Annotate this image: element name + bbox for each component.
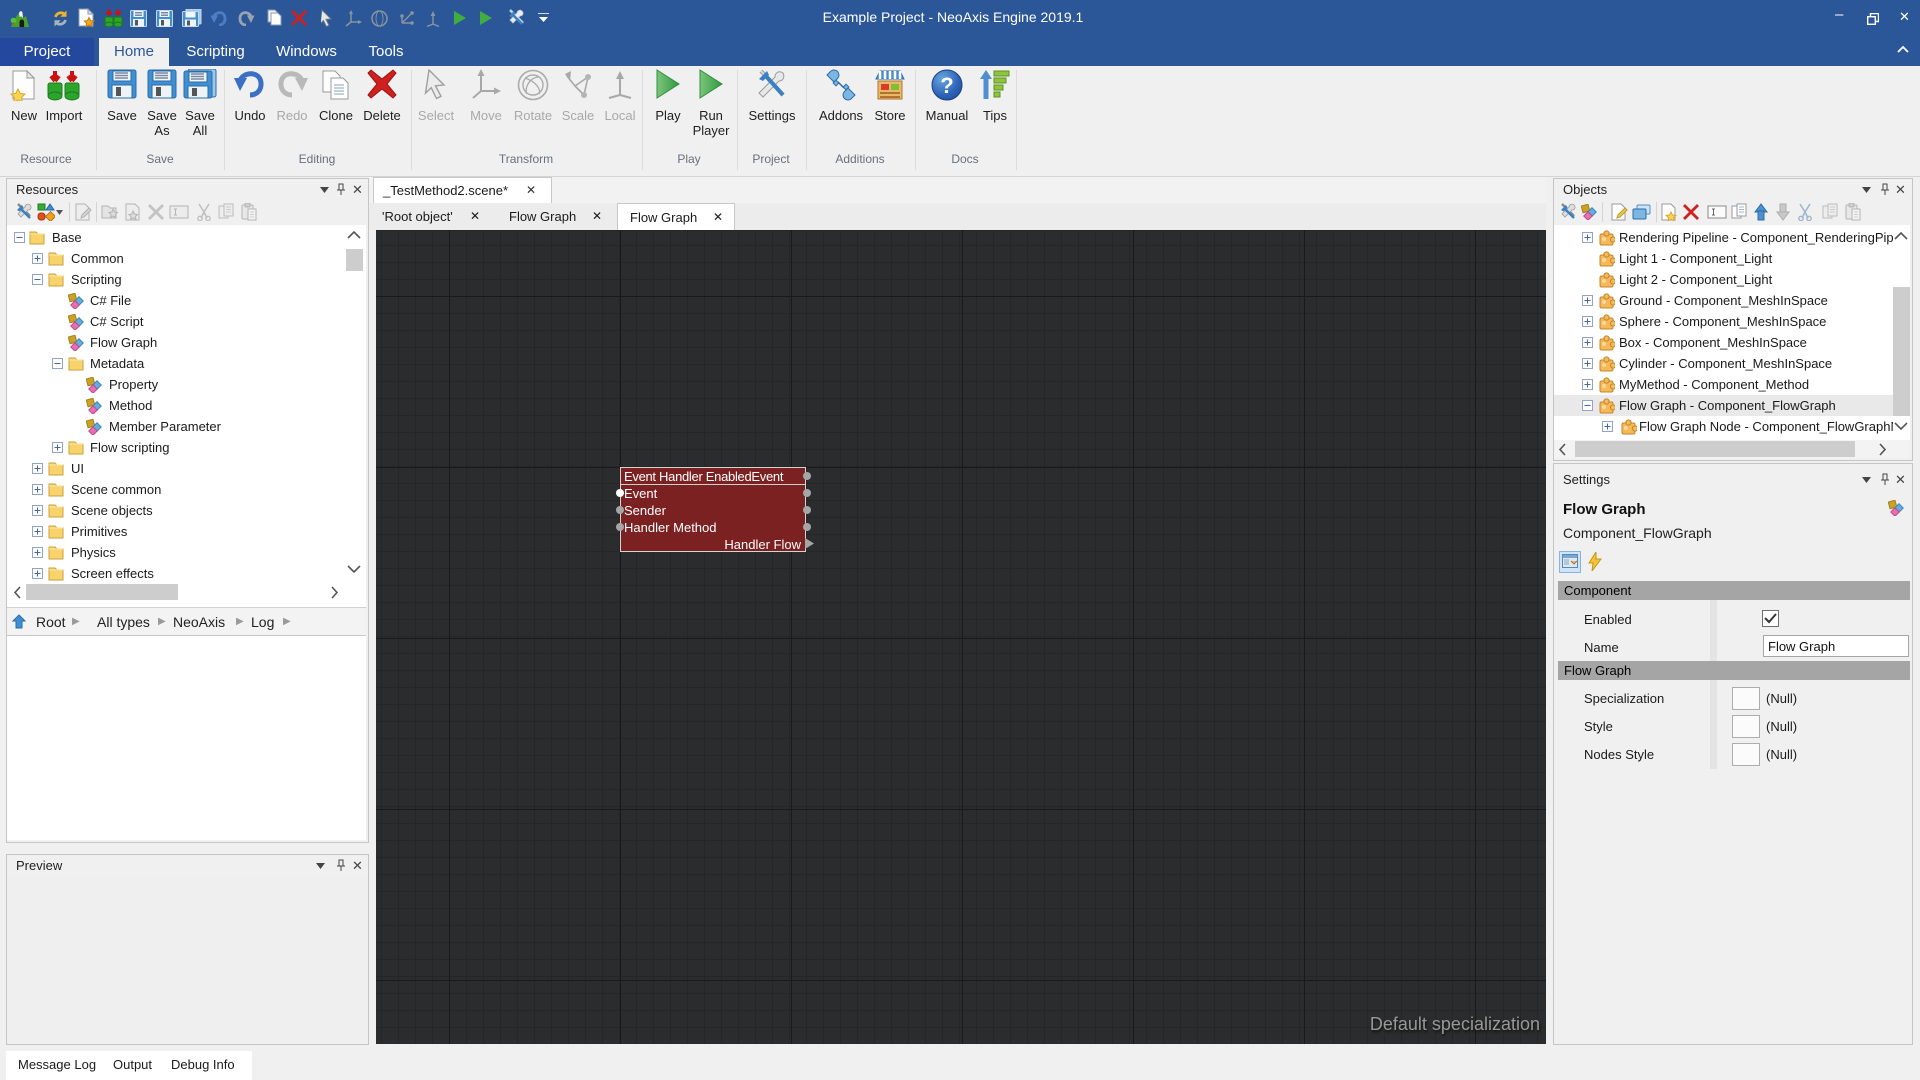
svg-text:?: ? bbox=[940, 73, 953, 98]
